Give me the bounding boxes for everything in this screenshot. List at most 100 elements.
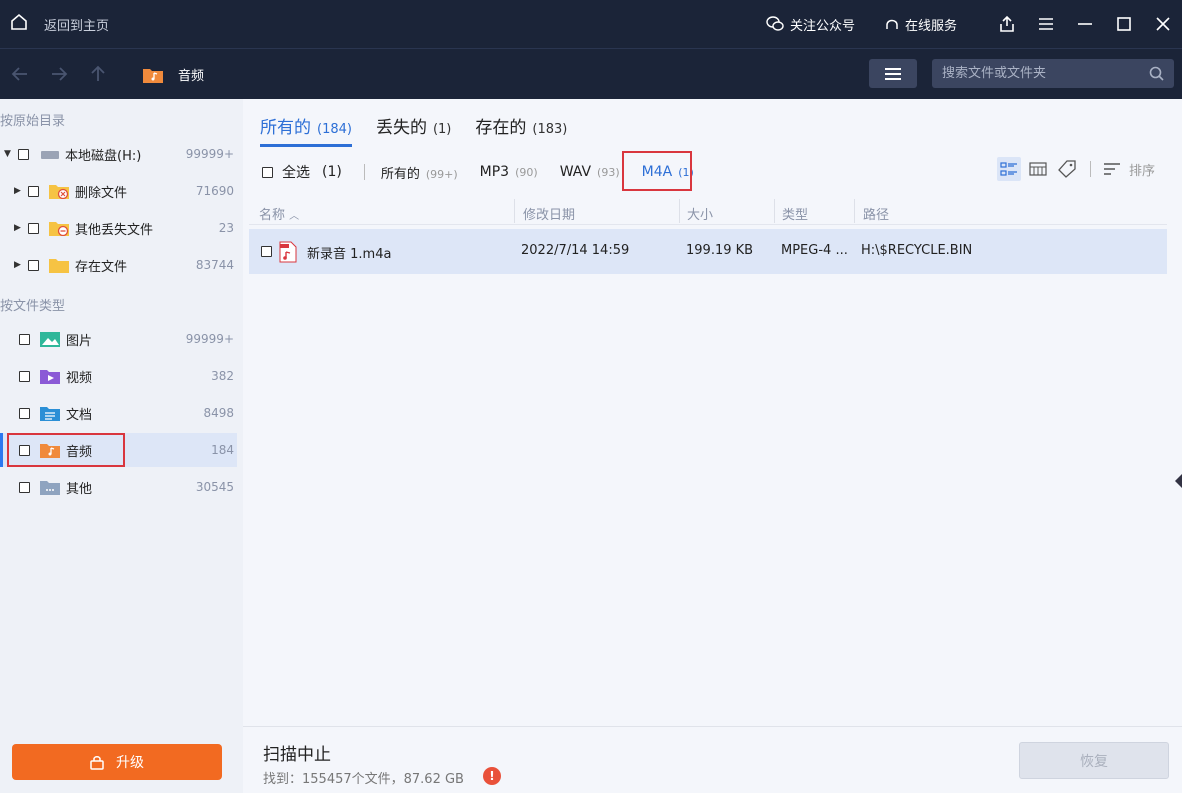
recover-button[interactable]: 恢复 [1019, 742, 1169, 779]
column-date[interactable]: 修改日期 [523, 204, 575, 223]
sidebar-item-deleted[interactable]: ▶ 删除文件 71690 [0, 174, 237, 208]
file-date: 2022/7/14 14:59 [521, 243, 630, 258]
view-menu-button[interactable] [869, 59, 917, 88]
sidebar-item-label: 存在文件 [75, 259, 128, 275]
close-button[interactable] [1143, 0, 1182, 48]
divider [1089, 161, 1091, 177]
sidebar-item-existing[interactable]: ▶ 存在文件 83744 [0, 248, 237, 282]
upgrade-button[interactable]: 升级 [12, 744, 222, 780]
checkbox[interactable] [18, 148, 29, 160]
column-separator[interactable] [679, 199, 680, 223]
follow-wechat-button[interactable]: 关注公众号 [766, 15, 855, 34]
column-separator[interactable] [774, 199, 775, 223]
sidebar-item-label: 视频 [66, 370, 93, 386]
search-input[interactable] [942, 59, 1142, 88]
column-path[interactable]: 路径 [863, 204, 889, 223]
item-count: 99999+ [185, 147, 234, 161]
checkbox[interactable] [19, 370, 30, 382]
expand-triangle-icon[interactable]: ▶ [14, 186, 22, 196]
table-row[interactable]: 新录音 1.m4a 2022/7/14 14:59 199.19 KB MPEG… [249, 229, 1167, 274]
expand-triangle-icon[interactable]: ▶ [14, 223, 22, 233]
file-path: H:\$RECYCLE.BIN [861, 243, 973, 258]
warning-icon[interactable]: ! [483, 767, 501, 785]
checkbox[interactable] [28, 185, 39, 197]
close-icon [1155, 17, 1170, 31]
item-count: 30545 [195, 480, 234, 494]
tab-lost[interactable]: 丢失的 (1) [376, 113, 451, 147]
table-icon [1029, 162, 1047, 176]
audio-highlight-box [7, 433, 125, 467]
sidebar-item-other[interactable]: 其他 30545 [0, 470, 237, 504]
filter-all[interactable]: 所有的 (99+) [381, 163, 458, 182]
column-separator[interactable] [514, 199, 515, 223]
expand-triangle-icon[interactable]: ▶ [14, 260, 22, 270]
section-file-type: 按文件类型 [0, 299, 66, 314]
sidebar-item-images[interactable]: 图片 99999+ [0, 322, 237, 356]
hamburger-icon [1038, 18, 1053, 30]
back-to-home-link[interactable]: 返回到主页 [44, 15, 109, 34]
sidebar: 按原始目录 ▼ 本地磁盘(H:) 99999+ ▶ 删除文件 71690 ▶ 其… [0, 99, 243, 793]
audio-folder-icon [143, 68, 163, 83]
expand-triangle-icon[interactable]: ▼ [4, 149, 12, 159]
collapse-panel-handle-icon[interactable] [1175, 474, 1182, 488]
column-name[interactable]: 名称 ︿ [259, 204, 299, 223]
minimize-button[interactable] [1065, 0, 1104, 48]
checkbox[interactable] [28, 259, 39, 271]
document-folder-icon [40, 407, 60, 421]
recover-label: 恢复 [1080, 753, 1108, 770]
tag-button[interactable] [1055, 157, 1079, 181]
tab-existing[interactable]: 存在的 (183) [475, 113, 567, 147]
video-folder-icon [40, 370, 60, 384]
main-panel: 所有的 (184) 丢失的 (1) 存在的 (183) 全选 (1) 所有的 (… [243, 99, 1182, 726]
sort-button[interactable]: 排序 [1103, 160, 1155, 179]
share-button[interactable] [987, 0, 1026, 48]
tab-all[interactable]: 所有的 (184) [260, 113, 352, 147]
view-tools: 排序 [996, 155, 1182, 183]
folder-icon [49, 259, 69, 273]
sidebar-item-documents[interactable]: 文档 8498 [0, 396, 237, 430]
maximize-icon [1116, 17, 1131, 31]
menu-button[interactable] [1026, 0, 1065, 48]
checkbox[interactable] [19, 407, 30, 419]
lock-icon [90, 755, 104, 770]
checkbox[interactable] [19, 481, 30, 493]
home-icon[interactable] [10, 13, 28, 31]
filter-label: 所有的 [380, 166, 420, 182]
tab-count: (1) [432, 122, 452, 137]
deleted-folder-icon [49, 185, 69, 199]
file-type: MPEG-4 ... [781, 243, 848, 258]
filter-wav[interactable]: WAV (93) [560, 164, 620, 180]
detail-view-button[interactable] [996, 157, 1021, 181]
up-arrow-icon[interactable] [88, 64, 108, 84]
sort-icon [1103, 163, 1120, 175]
column-separator[interactable] [854, 199, 855, 223]
select-all[interactable]: 全选 (1) [262, 162, 342, 182]
checkbox[interactable] [28, 222, 39, 234]
lost-folder-icon [49, 222, 69, 236]
grid-view-button[interactable] [1026, 157, 1050, 181]
selection-indicator [0, 433, 3, 467]
checkbox[interactable] [19, 333, 30, 345]
row-checkbox[interactable] [261, 246, 272, 257]
tab-count: (184) [317, 122, 352, 137]
search-icon[interactable] [1149, 66, 1164, 81]
filter-mp3[interactable]: MP3 (90) [480, 164, 538, 180]
column-type[interactable]: 类型 [782, 204, 808, 223]
list-icon [885, 67, 901, 80]
tab-count: (183) [532, 122, 568, 137]
forward-arrow-icon[interactable] [49, 64, 69, 84]
sidebar-item-drive[interactable]: ▼ 本地磁盘(H:) 99999+ [0, 137, 237, 171]
column-size[interactable]: 大小 [687, 204, 713, 223]
select-all-checkbox[interactable] [262, 166, 273, 178]
sidebar-item-other-lost[interactable]: ▶ 其他丢失文件 23 [0, 211, 237, 245]
scan-status-title: 扫描中止 [263, 745, 331, 765]
title-bar: 返回到主页 关注公众号 在线服务 [0, 0, 1182, 48]
search-box[interactable] [932, 59, 1174, 88]
upgrade-label: 升级 [116, 755, 144, 771]
share-icon [999, 15, 1014, 32]
other-folder-icon [40, 481, 60, 495]
sidebar-item-video[interactable]: 视频 382 [0, 359, 237, 393]
online-service-button[interactable]: 在线服务 [885, 15, 957, 34]
back-arrow-icon[interactable] [10, 64, 30, 84]
maximize-button[interactable] [1104, 0, 1143, 48]
